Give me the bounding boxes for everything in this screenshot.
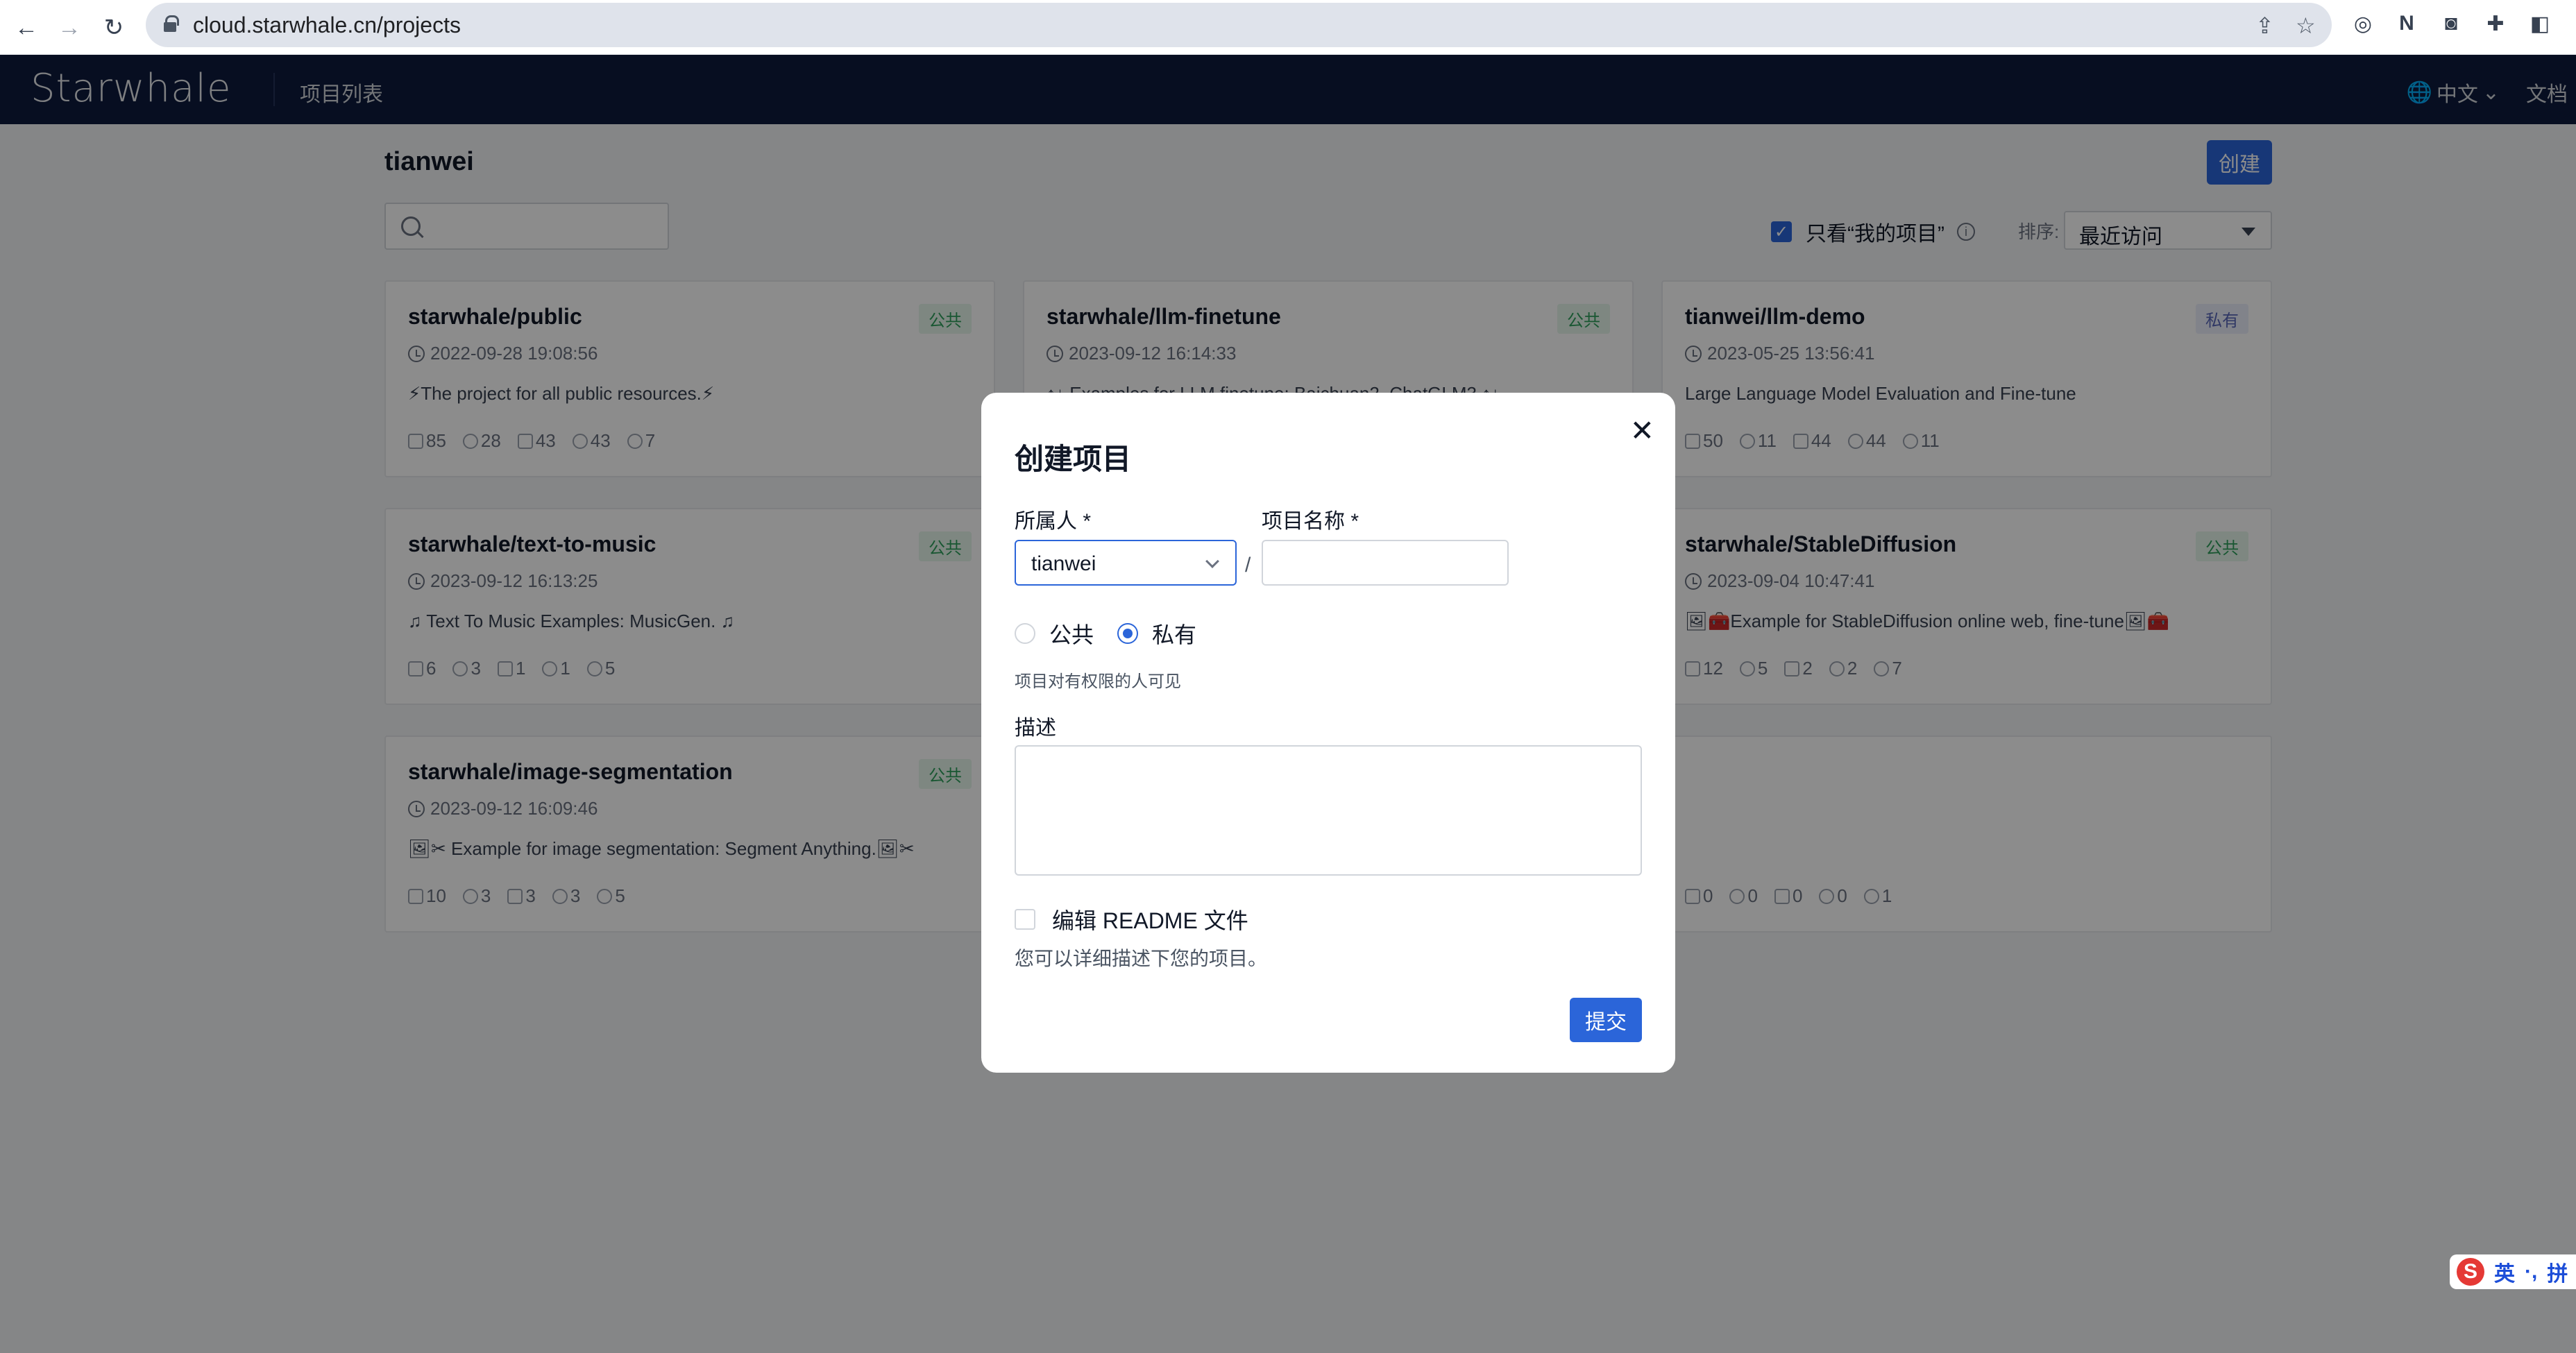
sogou-logo-icon: S bbox=[2457, 1258, 2484, 1286]
edit-readme-checkbox[interactable] bbox=[1015, 909, 1035, 930]
owner-value: tianwei bbox=[1031, 552, 1096, 575]
lock-icon bbox=[164, 15, 179, 32]
description-label: 描述 bbox=[1015, 717, 1056, 740]
visibility-radio-group: 公共 私有 bbox=[1015, 618, 1196, 649]
ime-mode[interactable]: 英 bbox=[2494, 1257, 2515, 1287]
chevron-down-icon bbox=[1205, 554, 1219, 568]
private-radio-label[interactable]: 私有 bbox=[1152, 618, 1196, 649]
close-icon[interactable]: ✕ bbox=[1630, 414, 1654, 448]
ime-extra[interactable]: 拼 bbox=[2547, 1257, 2568, 1287]
browser-chrome: ← → ↻ cloud.starwhale.cn/projects ⇪ ☆ ◎ … bbox=[0, 0, 2576, 55]
project-name-input[interactable] bbox=[1262, 540, 1509, 586]
public-radio[interactable] bbox=[1015, 623, 1035, 644]
owner-label: 所属人 * bbox=[1015, 510, 1092, 533]
share-icon[interactable]: ⇪ bbox=[2255, 12, 2274, 39]
owner-name-separator: / bbox=[1245, 554, 1251, 577]
ime-punctuation[interactable]: ·, bbox=[2525, 1260, 2537, 1284]
bookmark-star-icon[interactable]: ☆ bbox=[2296, 12, 2316, 39]
reload-icon[interactable]: ↻ bbox=[94, 8, 133, 47]
back-icon[interactable]: ← bbox=[7, 8, 46, 47]
submit-button[interactable]: 提交 bbox=[1570, 998, 1642, 1042]
address-bar[interactable]: cloud.starwhale.cn/projects ⇪ ☆ bbox=[146, 3, 2332, 47]
description-textarea[interactable] bbox=[1015, 745, 1642, 876]
modal-title: 创建项目 bbox=[1015, 443, 1132, 475]
ime-toolbar[interactable]: S 英 ·, 拼 bbox=[2450, 1254, 2576, 1289]
extension-icon-1[interactable]: ◎ bbox=[2349, 10, 2377, 37]
puzzle-extensions-icon[interactable]: ✚ bbox=[2482, 10, 2509, 37]
address-url: cloud.starwhale.cn/projects bbox=[193, 12, 461, 37]
camera-extension-icon[interactable]: ◙ bbox=[2437, 10, 2465, 37]
project-name-label: 项目名称 * bbox=[1262, 510, 1359, 533]
sidepanel-icon[interactable]: ◧ bbox=[2526, 10, 2554, 37]
private-radio[interactable] bbox=[1117, 623, 1139, 644]
edit-readme-label: 编辑 README 文件 bbox=[1052, 908, 1248, 933]
notion-extension-icon[interactable]: N bbox=[2393, 10, 2421, 37]
visibility-hint: 项目对有权限的人可见 bbox=[1015, 672, 1181, 691]
edit-readme-option[interactable]: 编辑 README 文件 bbox=[1015, 903, 1248, 935]
readme-hint: 您可以详细描述下您的项目。 bbox=[1015, 948, 1268, 969]
owner-select[interactable]: tianwei bbox=[1015, 540, 1237, 586]
create-project-modal: ✕ 创建项目 所属人 * 项目名称 * tianwei / 公共 私有 项目对有… bbox=[981, 393, 1675, 1073]
public-radio-label[interactable]: 公共 bbox=[1049, 618, 1094, 649]
forward-icon[interactable]: → bbox=[50, 8, 89, 47]
